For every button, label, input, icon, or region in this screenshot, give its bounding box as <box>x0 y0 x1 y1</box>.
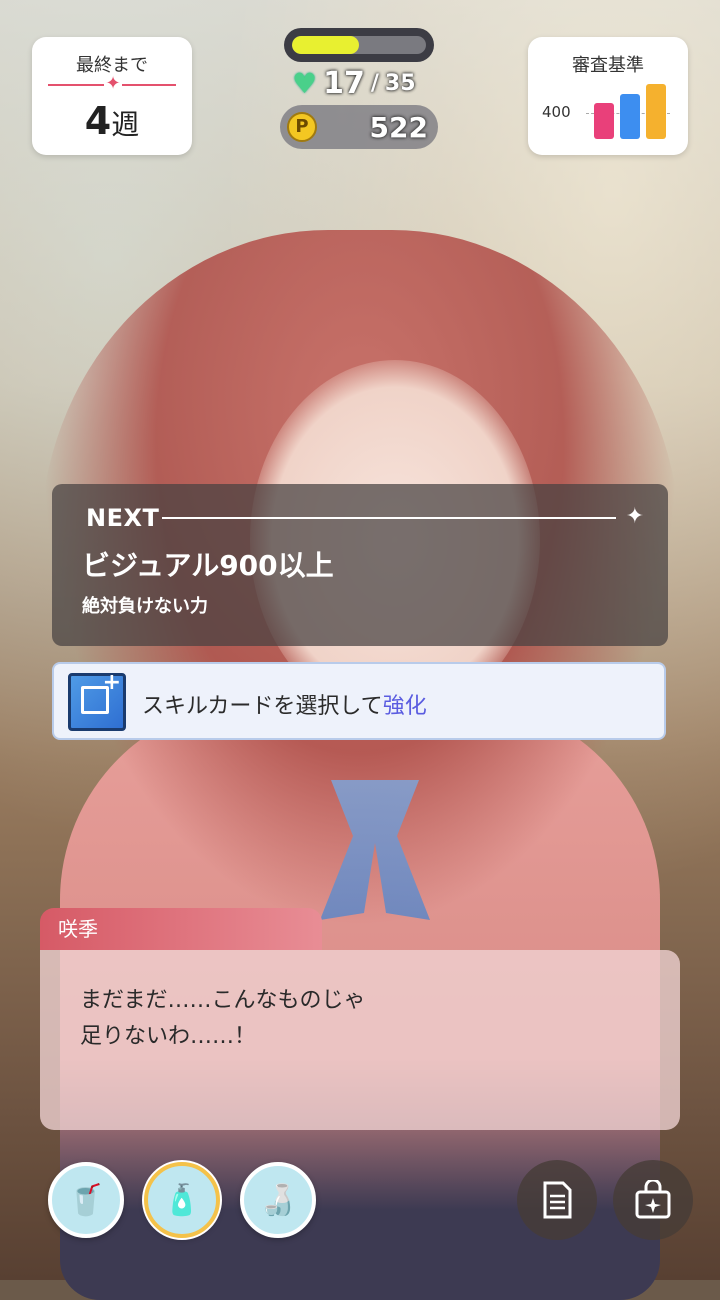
weeks-unit: 週 <box>111 108 140 141</box>
skill-prompt-text: スキルカードを選択して強化 <box>142 688 427 720</box>
oolong-tea-bottle-icon: 🍶 <box>259 1182 297 1218</box>
criteria-label: 審査基準 <box>572 55 644 76</box>
hp-display: ♥ 17 / 35 <box>292 65 416 101</box>
heart-icon: ♥ <box>292 66 318 100</box>
skill-card-enhance-icon: + <box>68 670 126 731</box>
criteria-card[interactable]: 審査基準 400 <box>528 37 688 155</box>
skill-prompt-main: スキルカードを選択して <box>142 694 383 719</box>
criteria-bar <box>594 103 614 139</box>
item-energy-drink[interactable]: 🧴 <box>144 1162 220 1238</box>
document-button[interactable] <box>517 1160 597 1240</box>
hp-separator: / <box>370 70 379 96</box>
next-rule <box>162 517 616 519</box>
weeks-left-card: 最終まで ✦ 4週 <box>32 37 192 155</box>
dialogue-line-2: 足りないわ……！ <box>80 1024 257 1049</box>
weeks-count: 4 <box>84 99 112 143</box>
dialogue-box[interactable]: まだまだ……こんなものじゃ 足りないわ……！ <box>40 950 680 1130</box>
bag-icon <box>635 1180 671 1219</box>
iced-coffee-icon: 🥤 <box>67 1182 105 1218</box>
item-iced-coffee[interactable]: 🥤 <box>48 1162 124 1238</box>
criteria-bar <box>620 94 640 139</box>
p-points-value: 522 <box>369 111 428 144</box>
dialogue-line-1: まだまだ……こんなものじゃ <box>80 988 366 1013</box>
energy-drink-icon: 🧴 <box>163 1182 201 1218</box>
p-coin-icon: P <box>287 112 317 142</box>
next-goal-subtitle: 絶対負けない力 <box>82 596 208 617</box>
hp-current: 17 <box>323 65 365 101</box>
weeks-left-value: 4週 <box>32 99 192 143</box>
skill-card-select-button[interactable]: + スキルカードを選択して強化 <box>52 662 666 740</box>
star-icon: ✦ <box>625 504 644 529</box>
skill-prompt-highlight: 強化 <box>382 694 427 719</box>
stamina-bar <box>284 28 434 62</box>
stamina-fill <box>292 36 359 54</box>
p-points-display: P 522 <box>280 105 438 149</box>
bag-button[interactable] <box>613 1160 693 1240</box>
stamina-track <box>292 36 426 54</box>
next-goal-title: ビジュアル900以上 <box>82 549 334 582</box>
criteria-threshold: 400 <box>542 103 571 121</box>
criteria-bar <box>646 84 666 139</box>
item-oolong-tea[interactable]: 🍶 <box>240 1162 316 1238</box>
next-goal-panel: NEXT ✦ ビジュアル900以上 絶対負けない力 <box>52 484 668 646</box>
hp-max: 35 <box>384 70 416 96</box>
sparkle-icon: ✦ <box>104 73 122 94</box>
next-tag: NEXT <box>86 504 160 532</box>
speaker-name: 咲季 <box>40 908 322 950</box>
document-icon <box>543 1181 572 1219</box>
